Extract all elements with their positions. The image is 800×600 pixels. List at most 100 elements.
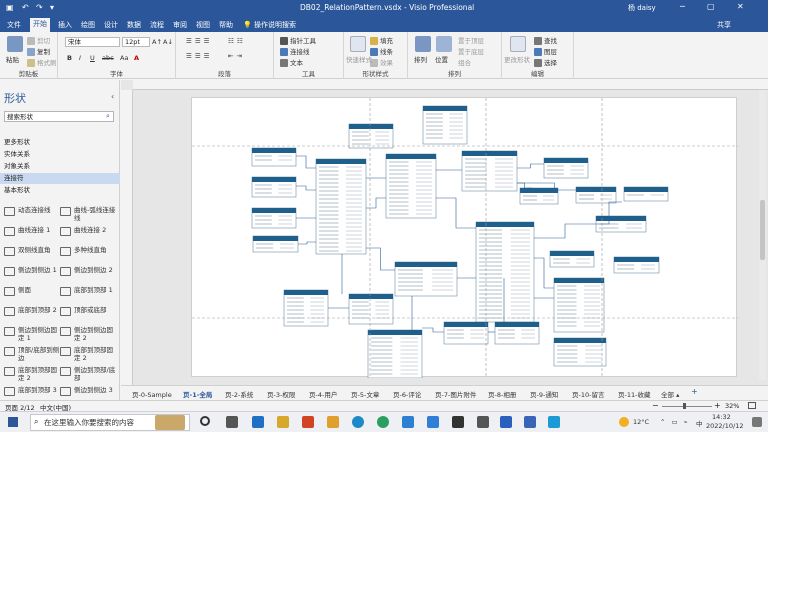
page-tab-10[interactable]: 页-10-留言 xyxy=(572,389,604,399)
page-tab-4[interactable]: 页-4-用户 xyxy=(309,389,337,399)
entity-shape[interactable] xyxy=(385,153,437,219)
task-view-icon[interactable] xyxy=(226,416,238,428)
category-basic-shapes[interactable]: 基本形状 xyxy=(0,185,120,196)
page-tab-3[interactable]: 页-3-权限 xyxy=(267,389,295,399)
zoom-slider-thumb[interactable] xyxy=(683,403,686,409)
tab-draw[interactable]: 绘图 xyxy=(78,19,98,31)
effects-button[interactable]: 效果 xyxy=(370,57,393,67)
change-case-button[interactable]: Aa xyxy=(120,54,128,62)
tab-review[interactable]: 审阅 xyxy=(170,19,190,31)
entity-shape[interactable] xyxy=(251,176,297,198)
entity-shape[interactable] xyxy=(348,293,394,325)
category-entity-relationship[interactable]: 实体关系 xyxy=(0,149,120,160)
page-tab-11[interactable]: 页-11-收藏 xyxy=(618,389,650,399)
entity-shape[interactable] xyxy=(283,289,329,327)
entity-shape[interactable] xyxy=(461,150,518,192)
font-name-select[interactable]: 宋体 xyxy=(65,37,120,47)
zoom-slider[interactable] xyxy=(662,406,712,407)
page-tab-6[interactable]: 页-6-评论 xyxy=(393,389,421,399)
drawing-canvas[interactable] xyxy=(121,80,768,385)
word-icon[interactable] xyxy=(500,416,512,428)
italic-button[interactable]: I xyxy=(79,54,81,62)
paint-icon[interactable] xyxy=(548,416,560,428)
entity-shape[interactable] xyxy=(251,207,297,229)
line-button[interactable]: 线条 xyxy=(370,46,393,56)
paste-button[interactable]: 粘贴 xyxy=(6,54,19,64)
position-button[interactable]: 位置 xyxy=(435,54,448,64)
entity-shape[interactable] xyxy=(315,158,367,255)
tray-icons[interactable]: ⌃ ▭ ⌁ xyxy=(660,418,690,426)
search-icon[interactable]: ⌕ xyxy=(106,112,110,121)
font-color-button[interactable]: A xyxy=(134,54,139,62)
align-buttons[interactable]: ☰☰☰ xyxy=(186,37,212,45)
arrange-button[interactable]: 排列 xyxy=(414,54,427,64)
grow-font-button[interactable]: A↑ xyxy=(152,38,162,46)
connector-line[interactable] xyxy=(534,223,596,239)
clock-time[interactable]: 14:32 xyxy=(712,413,731,421)
customize-quick-access-icon[interactable]: ▾ xyxy=(50,3,54,12)
entity-shape[interactable] xyxy=(422,105,468,145)
autosave-icon[interactable]: ▣ xyxy=(6,3,14,12)
indent-buttons[interactable]: ⇤⇥ xyxy=(228,52,245,60)
store-icon[interactable] xyxy=(402,416,414,428)
entity-shape[interactable] xyxy=(623,186,669,202)
office-icon[interactable] xyxy=(302,416,314,428)
collapse-panel-icon[interactable]: ‹ xyxy=(111,92,114,101)
user-account[interactable]: 杨 daisy xyxy=(628,3,656,13)
cortana-icon[interactable] xyxy=(200,416,210,426)
entity-shape[interactable] xyxy=(367,329,423,379)
tab-home[interactable]: 开始 xyxy=(30,18,50,32)
vertical-scrollbar[interactable] xyxy=(759,90,766,380)
zoom-out-button[interactable]: − xyxy=(652,401,659,410)
tab-view[interactable]: 视图 xyxy=(193,19,213,31)
font-size-select[interactable]: 12pt xyxy=(122,37,150,47)
category-object-relationship[interactable]: 对象关系 xyxy=(0,161,120,172)
entity-shape[interactable] xyxy=(549,250,595,268)
entity-shape[interactable] xyxy=(443,321,489,345)
group-button[interactable]: 组合 xyxy=(458,57,471,67)
quick-styles-button[interactable]: 快速样式 xyxy=(346,54,372,64)
format-painter-button[interactable]: 格式刷 xyxy=(27,57,57,67)
clock-date[interactable]: 2022/10/12 xyxy=(706,422,743,430)
entity-shape[interactable] xyxy=(348,123,394,149)
connector-line[interactable] xyxy=(296,155,316,169)
page-tab-5[interactable]: 页-5-文章 xyxy=(351,389,379,399)
er-diagram[interactable] xyxy=(192,98,738,379)
category-connectors[interactable]: 连接符 xyxy=(0,173,120,184)
visio-icon[interactable] xyxy=(524,416,536,428)
entity-shape[interactable] xyxy=(394,261,458,297)
connector-line[interactable] xyxy=(366,247,395,271)
entity-shape[interactable] xyxy=(553,277,605,333)
undo-icon[interactable]: ↶ xyxy=(22,3,29,12)
mail-icon[interactable] xyxy=(252,416,264,428)
shrink-font-button[interactable]: A↓ xyxy=(163,38,173,46)
entity-shape[interactable] xyxy=(475,221,535,323)
entity-shape[interactable] xyxy=(251,147,297,167)
connector-line[interactable] xyxy=(422,327,444,333)
copy-button[interactable]: 复制 xyxy=(27,46,50,56)
file-explorer-icon[interactable] xyxy=(277,416,289,428)
connector-line[interactable] xyxy=(517,163,544,169)
entity-shape[interactable] xyxy=(613,256,660,274)
page-tab-0[interactable]: 页-0-Sample xyxy=(132,389,172,399)
entity-shape[interactable] xyxy=(553,337,607,367)
shapes-search-input[interactable]: 搜索形状 xyxy=(4,111,114,122)
folder-icon[interactable] xyxy=(327,416,339,428)
fill-button[interactable]: 填充 xyxy=(370,35,393,45)
notifications-icon[interactable] xyxy=(752,417,762,427)
text-tool-button[interactable]: 文本 xyxy=(280,57,303,67)
connector-line[interactable] xyxy=(298,241,316,245)
underline-button[interactable]: U xyxy=(90,54,95,62)
connector-line[interactable] xyxy=(436,197,476,229)
tab-process[interactable]: 流程 xyxy=(147,19,167,31)
connector-button[interactable]: 连接线 xyxy=(280,46,310,56)
tab-design[interactable]: 设计 xyxy=(101,19,121,31)
select-button[interactable]: 选择 xyxy=(534,57,557,67)
connector-line[interactable] xyxy=(366,197,386,209)
zoom-in-button[interactable]: + xyxy=(714,401,721,410)
all-pages-button[interactable]: 全部 ▴ xyxy=(661,389,679,399)
page-tab-9[interactable]: 页-9-通知 xyxy=(530,389,558,399)
page-tab-8[interactable]: 页-8-相册 xyxy=(488,389,516,399)
tell-me-search[interactable]: 💡 操作说明搜索 xyxy=(240,19,299,31)
tab-data[interactable]: 数据 xyxy=(124,19,144,31)
